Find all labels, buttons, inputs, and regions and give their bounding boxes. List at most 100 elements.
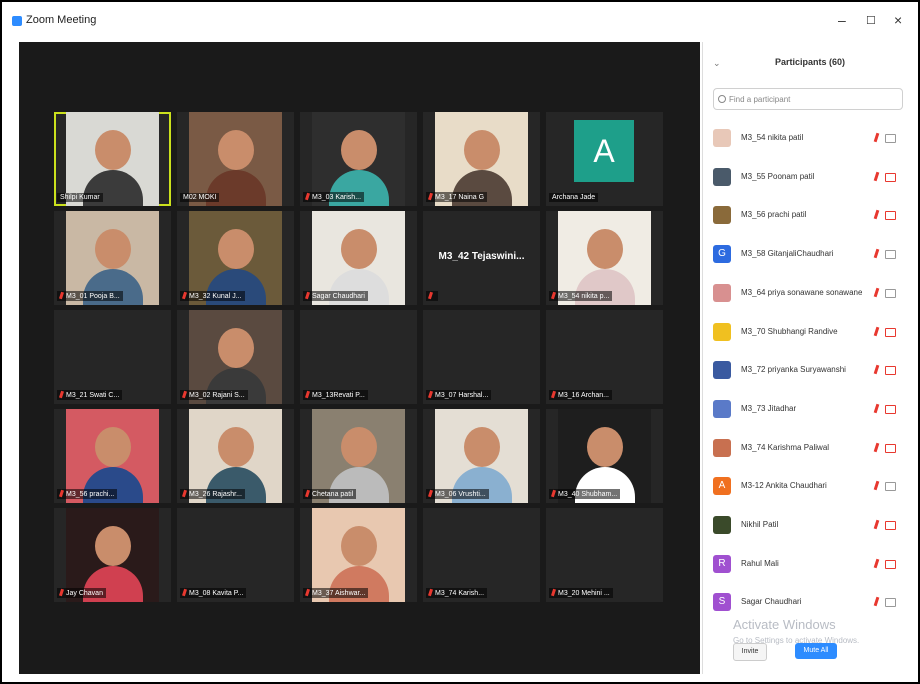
avatar (713, 322, 731, 341)
participant-name: M3_06 Vrushti... (435, 491, 486, 498)
name-tag: M3_32 Kunal J... (180, 291, 245, 301)
mic-muted-icon[interactable] (873, 287, 880, 298)
name-tag: M3_01 Pooja B... (57, 291, 123, 301)
mic-muted-icon[interactable] (873, 403, 880, 414)
mute-all-button[interactable]: Mute All (795, 643, 837, 659)
avatar: A (713, 477, 731, 496)
participant-row[interactable]: M3_73 Jitadhar (703, 391, 917, 429)
video-tile[interactable]: M3_13Revati P... (300, 310, 417, 404)
video-tile[interactable]: M3_16 Archan... (546, 310, 663, 404)
participant-row[interactable]: M3_70 Shubhangi Randive (703, 314, 917, 352)
mic-muted-icon[interactable] (873, 171, 880, 181)
camera-off-icon[interactable] (885, 443, 896, 453)
participant-name: M3_07 Harshal... (435, 392, 489, 399)
participant-name: Sagar Chaudhari (312, 293, 365, 300)
camera-off-icon[interactable] (885, 366, 896, 376)
camera-icon[interactable] (885, 250, 896, 260)
video-tile[interactable]: Sagar Chaudhari (300, 211, 417, 305)
minimize-button[interactable]: – (838, 12, 846, 28)
camera-off-icon[interactable] (885, 559, 896, 569)
participant-row[interactable]: R Rahul Mali (703, 546, 917, 584)
video-tile[interactable]: M3_37 Aishwar... (300, 508, 417, 602)
participant-name: M3_56 prachi patil (741, 210, 807, 220)
video-tile[interactable]: M3_74 Karish... (423, 508, 540, 602)
video-tile[interactable]: M3_01 Pooja B... (54, 211, 171, 305)
participant-row[interactable]: M3_54 nikita patil (703, 120, 917, 158)
video-tile[interactable]: M3_06 Vrushti... (423, 409, 540, 503)
maximize-button[interactable]: ☐ (866, 14, 876, 27)
mic-muted-icon[interactable] (873, 558, 880, 568)
camera-off-icon[interactable] (885, 211, 896, 221)
name-tag: M3_08 Kavita P... (180, 588, 247, 598)
avatar: S (713, 593, 731, 612)
mic-muted-icon[interactable] (873, 442, 880, 452)
participant-row[interactable]: M3_74 Karishma Paliwal (703, 430, 917, 468)
mic-muted-icon[interactable] (873, 597, 880, 607)
video-tile[interactable]: Chetana patil (300, 409, 417, 503)
participant-name: Nikhil Patil (741, 520, 779, 529)
camera-off-icon[interactable] (885, 404, 896, 414)
video-tile[interactable]: Jay Chavan (54, 508, 171, 602)
participant-name: M3_03 Karish... (312, 194, 362, 201)
video-tile[interactable]: M3_56 prachi... (54, 409, 171, 503)
mic-muted-icon[interactable] (873, 248, 880, 259)
mic-muted-icon[interactable] (873, 132, 880, 143)
video-tile[interactable]: M3_26 Rajashr... (177, 409, 294, 503)
mic-muted-icon (550, 489, 557, 498)
participant-row[interactable]: G M3_58 GitanjaliChaudhari (703, 236, 917, 274)
mic-muted-icon (58, 588, 65, 597)
camera-icon[interactable] (885, 288, 896, 298)
mic-muted-icon[interactable] (873, 210, 880, 220)
video-tile[interactable]: Shilpi Kumar (54, 112, 171, 206)
mic-muted-icon[interactable] (873, 519, 880, 530)
mic-muted-icon[interactable] (873, 326, 880, 336)
video-tile[interactable]: M3_40 Shubham... (546, 409, 663, 503)
mic-muted-icon (304, 291, 311, 300)
video-tile[interactable]: M3_20 Mehini ... (546, 508, 663, 602)
camera-icon[interactable] (885, 134, 896, 143)
participant-row[interactable]: M3_64 priya sonawane sonawane (703, 275, 917, 313)
participant-search-input[interactable]: Find a participant (713, 88, 903, 110)
video-tile[interactable]: M3_21 Swati C... (54, 310, 171, 404)
participant-face (217, 427, 254, 467)
name-tag: M3_26 Rajashr... (180, 489, 245, 499)
video-tile[interactable]: M3_08 Kavita P... (177, 508, 294, 602)
video-tile[interactable]: M3_17 Naina G (423, 112, 540, 206)
camera-off-icon[interactable] (885, 521, 896, 530)
mic-muted-icon[interactable] (873, 481, 880, 491)
video-tile[interactable]: M3_32 Kunal J... (177, 211, 294, 305)
name-tag: M3_16 Archan... (549, 390, 612, 400)
participant-row[interactable]: Nikhil Patil (703, 507, 917, 545)
video-tile[interactable]: M3_07 Harshal... (423, 310, 540, 404)
mic-muted-icon (427, 489, 434, 498)
video-tile[interactable]: M02 MOKI (177, 112, 294, 206)
avatar (713, 399, 731, 418)
participant-name: M3_64 priya sonawane sonawane (741, 287, 863, 297)
video-tile[interactable]: M3_02 Rajani S... (177, 310, 294, 404)
participant-row[interactable]: A M3-12 Ankita Chaudhari (703, 468, 917, 506)
video-tile[interactable]: M3_03 Karish... (300, 112, 417, 206)
mic-muted-icon (427, 192, 434, 201)
name-tag (426, 291, 438, 301)
participant-name: M02 MOKI (183, 194, 217, 201)
mic-muted-icon (427, 291, 434, 300)
name-tag: M3_54 nikita p... (549, 291, 613, 301)
title-bar: Zoom Meeting – ☐ × (2, 2, 918, 40)
camera-icon[interactable] (885, 598, 896, 608)
close-button[interactable]: × (894, 12, 902, 28)
invite-button[interactable]: Invite (733, 643, 767, 661)
video-tile[interactable]: A Archana Jade (546, 112, 663, 206)
avatar (713, 438, 731, 457)
video-tile[interactable]: M3_42 Tejaswini... (423, 211, 540, 305)
participant-row[interactable]: M3_72 priyanka Suryawanshi (703, 352, 917, 390)
mic-muted-icon[interactable] (873, 364, 880, 375)
camera-icon[interactable] (885, 482, 896, 492)
camera-off-icon[interactable] (885, 172, 896, 182)
participant-name: M3_58 GitanjaliChaudhari (741, 249, 834, 259)
participant-row[interactable]: M3_56 prachi patil (703, 197, 917, 235)
participant-row[interactable]: M3_55 Poonam patil (703, 159, 917, 197)
mic-muted-icon (550, 291, 557, 300)
video-tile[interactable]: M3_54 nikita p... (546, 211, 663, 305)
camera-off-icon[interactable] (885, 327, 896, 337)
participant-name: M3_40 Shubham... (558, 491, 618, 498)
